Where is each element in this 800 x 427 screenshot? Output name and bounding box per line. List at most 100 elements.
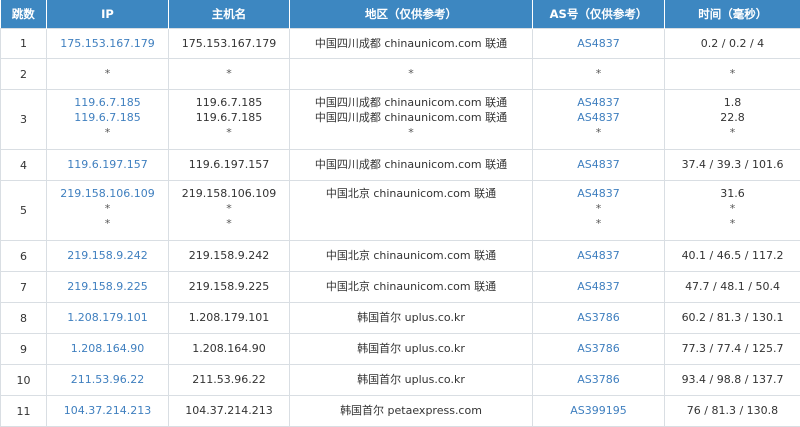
time-value: 22.8 xyxy=(665,110,800,125)
ip-cell: 119.6.7.185119.6.7.185* xyxy=(47,90,169,150)
ip-cell: 219.158.9.242 xyxy=(47,241,169,272)
time-value: 76 / 81.3 / 130.8 xyxy=(665,403,800,418)
ip-cell: 104.37.214.213 xyxy=(47,396,169,427)
table-row: 3119.6.7.185119.6.7.185*119.6.7.185119.6… xyxy=(1,90,800,150)
region-cell: * xyxy=(290,59,533,90)
ip-value[interactable]: 119.6.7.185 xyxy=(47,95,168,110)
as-number-cell: AS4837AS4837* xyxy=(533,90,665,150)
host-value: 175.153.167.179 xyxy=(169,36,289,51)
table-row: 11104.37.214.213104.37.214.213韩国首尔 petae… xyxy=(1,396,800,427)
region-value: 中国北京 chinaunicom.com 联通 xyxy=(290,279,532,294)
hostname-cell: 1.208.164.90 xyxy=(169,334,290,365)
as-number-cell: * xyxy=(533,59,665,90)
traceroute-table: 跳数 IP 主机名 地区（仅供参考） AS号（仅供参考） 时间（毫秒） 1175… xyxy=(0,0,800,427)
hostname-cell: 104.37.214.213 xyxy=(169,396,290,427)
ip-value[interactable]: 104.37.214.213 xyxy=(47,403,168,418)
region-cell: 中国四川成都 chinaunicom.com 联通 xyxy=(290,29,533,59)
time-cell: 77.3 / 77.4 / 125.7 xyxy=(665,334,800,365)
host-value: 219.158.9.225 xyxy=(169,279,289,294)
as-number-cell: AS3786 xyxy=(533,365,665,396)
time-value: 1.8 xyxy=(665,95,800,110)
as-value[interactable]: AS4837 xyxy=(533,186,664,201)
time-value: * xyxy=(665,125,800,140)
hop-cell: 2 xyxy=(1,59,47,90)
header-time-ms: 时间（毫秒） xyxy=(665,0,800,29)
host-value: * xyxy=(169,216,289,231)
hop-cell: 8 xyxy=(1,303,47,334)
region-value: * xyxy=(290,125,532,140)
ip-value[interactable]: 119.6.197.157 xyxy=(47,157,168,172)
as-number-cell: AS4837 xyxy=(533,29,665,59)
time-cell: 60.2 / 81.3 / 130.1 xyxy=(665,303,800,334)
ip-value[interactable]: 1.208.164.90 xyxy=(47,341,168,356)
ip-cell: 1.208.164.90 xyxy=(47,334,169,365)
host-value: 119.6.197.157 xyxy=(169,157,289,172)
ip-cell: * xyxy=(47,59,169,90)
hostname-cell: 119.6.7.185119.6.7.185* xyxy=(169,90,290,150)
table-header-row: 跳数 IP 主机名 地区（仅供参考） AS号（仅供参考） 时间（毫秒） xyxy=(1,0,800,29)
hostname-cell: 219.158.9.225 xyxy=(169,272,290,303)
ip-value: * xyxy=(47,201,168,216)
hop-cell: 4 xyxy=(1,150,47,181)
as-value[interactable]: AS4837 xyxy=(533,110,664,125)
time-cell: 76 / 81.3 / 130.8 xyxy=(665,396,800,427)
ip-value: * xyxy=(47,125,168,140)
table-row: 1175.153.167.179175.153.167.179中国四川成都 ch… xyxy=(1,29,800,59)
host-value: 211.53.96.22 xyxy=(169,372,289,387)
time-value: 37.4 / 39.3 / 101.6 xyxy=(665,157,800,172)
region-cell: 中国北京 chinaunicom.com 联通 xyxy=(290,241,533,272)
region-value: 韩国首尔 uplus.co.kr xyxy=(290,372,532,387)
region-cell: 韩国首尔 uplus.co.kr xyxy=(290,365,533,396)
as-value[interactable]: AS399195 xyxy=(533,403,664,418)
as-value[interactable]: AS4837 xyxy=(533,95,664,110)
hostname-cell: 219.158.106.109** xyxy=(169,181,290,241)
table-row: 81.208.179.1011.208.179.101韩国首尔 uplus.co… xyxy=(1,303,800,334)
as-value[interactable]: AS4837 xyxy=(533,279,664,294)
as-value[interactable]: AS3786 xyxy=(533,341,664,356)
ip-value[interactable]: 219.158.9.225 xyxy=(47,279,168,294)
as-value: * xyxy=(533,125,664,140)
hostname-cell: * xyxy=(169,59,290,90)
as-number-cell: AS4837 xyxy=(533,150,665,181)
ip-value[interactable]: 175.153.167.179 xyxy=(47,36,168,51)
hop-cell: 10 xyxy=(1,365,47,396)
as-value[interactable]: AS3786 xyxy=(533,372,664,387)
region-value: 中国北京 chinaunicom.com 联通 xyxy=(290,248,532,263)
ip-value[interactable]: 119.6.7.185 xyxy=(47,110,168,125)
as-number-cell: AS4837 xyxy=(533,241,665,272)
ip-cell: 119.6.197.157 xyxy=(47,150,169,181)
host-value: 119.6.7.185 xyxy=(169,110,289,125)
region-value: 中国四川成都 chinaunicom.com 联通 xyxy=(290,157,532,172)
region-value: * xyxy=(290,66,532,81)
header-as-number: AS号（仅供参考） xyxy=(533,0,665,29)
ip-cell: 219.158.9.225 xyxy=(47,272,169,303)
ip-value[interactable]: 219.158.9.242 xyxy=(47,248,168,263)
header-ip: IP xyxy=(47,0,169,29)
as-value[interactable]: AS4837 xyxy=(533,157,664,172)
as-value[interactable]: AS3786 xyxy=(533,310,664,325)
time-cell: 0.2 / 0.2 / 4 xyxy=(665,29,800,59)
hop-cell: 6 xyxy=(1,241,47,272)
table-row: 91.208.164.901.208.164.90韩国首尔 uplus.co.k… xyxy=(1,334,800,365)
time-value: * xyxy=(665,216,800,231)
time-value: * xyxy=(665,66,800,81)
as-value: * xyxy=(533,201,664,216)
ip-value[interactable]: 1.208.179.101 xyxy=(47,310,168,325)
time-cell: 40.1 / 46.5 / 117.2 xyxy=(665,241,800,272)
hop-cell: 7 xyxy=(1,272,47,303)
ip-value[interactable]: 219.158.106.109 xyxy=(47,186,168,201)
time-value: 60.2 / 81.3 / 130.1 xyxy=(665,310,800,325)
host-value: 1.208.164.90 xyxy=(169,341,289,356)
as-number-cell: AS4837 xyxy=(533,272,665,303)
as-value[interactable]: AS4837 xyxy=(533,248,664,263)
as-value[interactable]: AS4837 xyxy=(533,36,664,51)
time-cell: 47.7 / 48.1 / 50.4 xyxy=(665,272,800,303)
ip-cell: 1.208.179.101 xyxy=(47,303,169,334)
host-value: 219.158.9.242 xyxy=(169,248,289,263)
ip-value[interactable]: 211.53.96.22 xyxy=(47,372,168,387)
header-region: 地区（仅供参考） xyxy=(290,0,533,29)
table-row: 10211.53.96.22211.53.96.22韩国首尔 uplus.co.… xyxy=(1,365,800,396)
host-value: 1.208.179.101 xyxy=(169,310,289,325)
time-value: 40.1 / 46.5 / 117.2 xyxy=(665,248,800,263)
time-cell: 93.4 / 98.8 / 137.7 xyxy=(665,365,800,396)
